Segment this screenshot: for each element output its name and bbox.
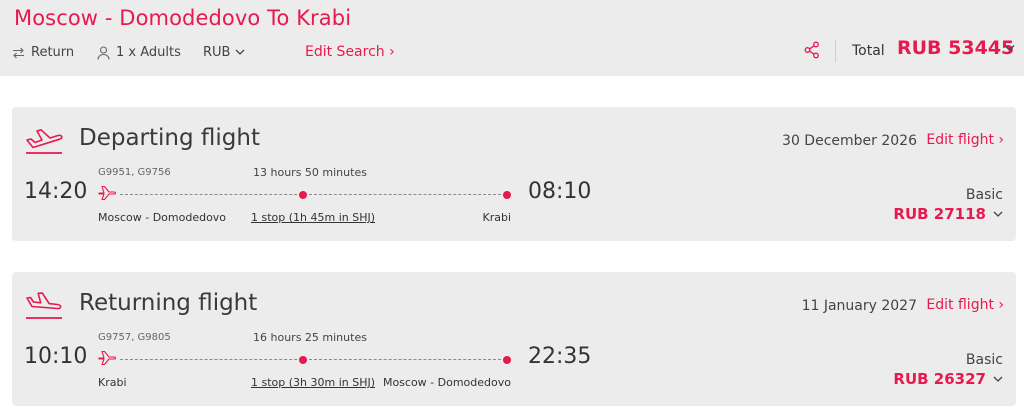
flight-duration: 16 hours 25 minutes — [253, 331, 367, 344]
destination-marker — [503, 191, 511, 199]
currency-label: RUB — [203, 45, 231, 60]
chevron-down-icon — [236, 49, 245, 55]
arrival-time: 08:10 — [528, 179, 592, 204]
passengers-label: 1 x Adults — [116, 45, 181, 60]
destination-marker — [503, 356, 511, 364]
currency-selector[interactable]: RUB — [203, 45, 251, 60]
fare-price[interactable]: RUB 27118 — [893, 205, 986, 223]
chevron-down-icon[interactable] — [1004, 44, 1015, 52]
trip-type-selector[interactable]: Return — [12, 45, 74, 60]
fare-class: Basic — [965, 352, 1003, 368]
card-title: Returning flight — [79, 290, 258, 316]
destination-city: Moscow - Domodedovo — [382, 376, 511, 389]
share-icon[interactable] — [804, 41, 820, 59]
swap-arrows-icon — [13, 47, 24, 58]
plane-icon — [98, 185, 116, 201]
passengers-selector[interactable]: 1 x Adults — [97, 45, 181, 60]
chevron-down-icon[interactable] — [993, 376, 1003, 383]
departing-flight-card: Departing flight 30 December 2026 Edit f… — [12, 107, 1016, 241]
total-price[interactable]: RUB 53445 — [897, 37, 1014, 59]
route-title: Moscow - Domodedovo To Krabi — [14, 6, 352, 30]
route-line — [120, 359, 506, 360]
returning-flight-card: Returning flight 11 January 2027 Edit fl… — [12, 272, 1016, 406]
fare-class: Basic — [965, 187, 1003, 203]
flight-date: 11 January 2027 — [801, 298, 917, 314]
stop-marker — [299, 191, 307, 199]
plane-icon — [98, 350, 116, 366]
destination-city: Krabi — [482, 211, 511, 224]
departure-time: 10:10 — [24, 344, 88, 369]
flight-numbers: G9951, G9756 — [98, 167, 171, 178]
chevron-down-icon[interactable] — [993, 211, 1003, 218]
total-label: Total — [852, 43, 885, 59]
fare-price[interactable]: RUB 26327 — [893, 370, 986, 388]
edit-flight-link[interactable]: Edit flight › — [926, 297, 1004, 313]
takeoff-icon — [26, 129, 63, 154]
edit-search-link[interactable]: Edit Search › — [305, 44, 395, 60]
trip-type-label: Return — [31, 45, 75, 60]
divider — [835, 40, 836, 62]
origin-city: Krabi — [98, 376, 127, 389]
stop-marker — [299, 356, 307, 364]
flight-date: 30 December 2026 — [782, 133, 917, 149]
stops-link[interactable]: 1 stop (1h 45m in SHJ) — [251, 211, 375, 224]
edit-flight-link[interactable]: Edit flight › — [926, 132, 1004, 148]
card-title: Departing flight — [79, 125, 260, 151]
arrival-time: 22:35 — [528, 344, 592, 369]
flight-numbers: G9757, G9805 — [98, 332, 171, 343]
flight-duration: 13 hours 50 minutes — [253, 166, 367, 179]
departure-time: 14:20 — [24, 179, 88, 204]
origin-city: Moscow - Domodedovo — [98, 211, 227, 224]
search-summary-bar: Moscow - Domodedovo To Krabi Return 1 x … — [0, 0, 1024, 76]
route-line — [120, 194, 506, 195]
stops-link[interactable]: 1 stop (3h 30m in SHJ) — [251, 376, 375, 389]
landing-icon — [26, 292, 62, 319]
person-icon — [97, 45, 110, 60]
